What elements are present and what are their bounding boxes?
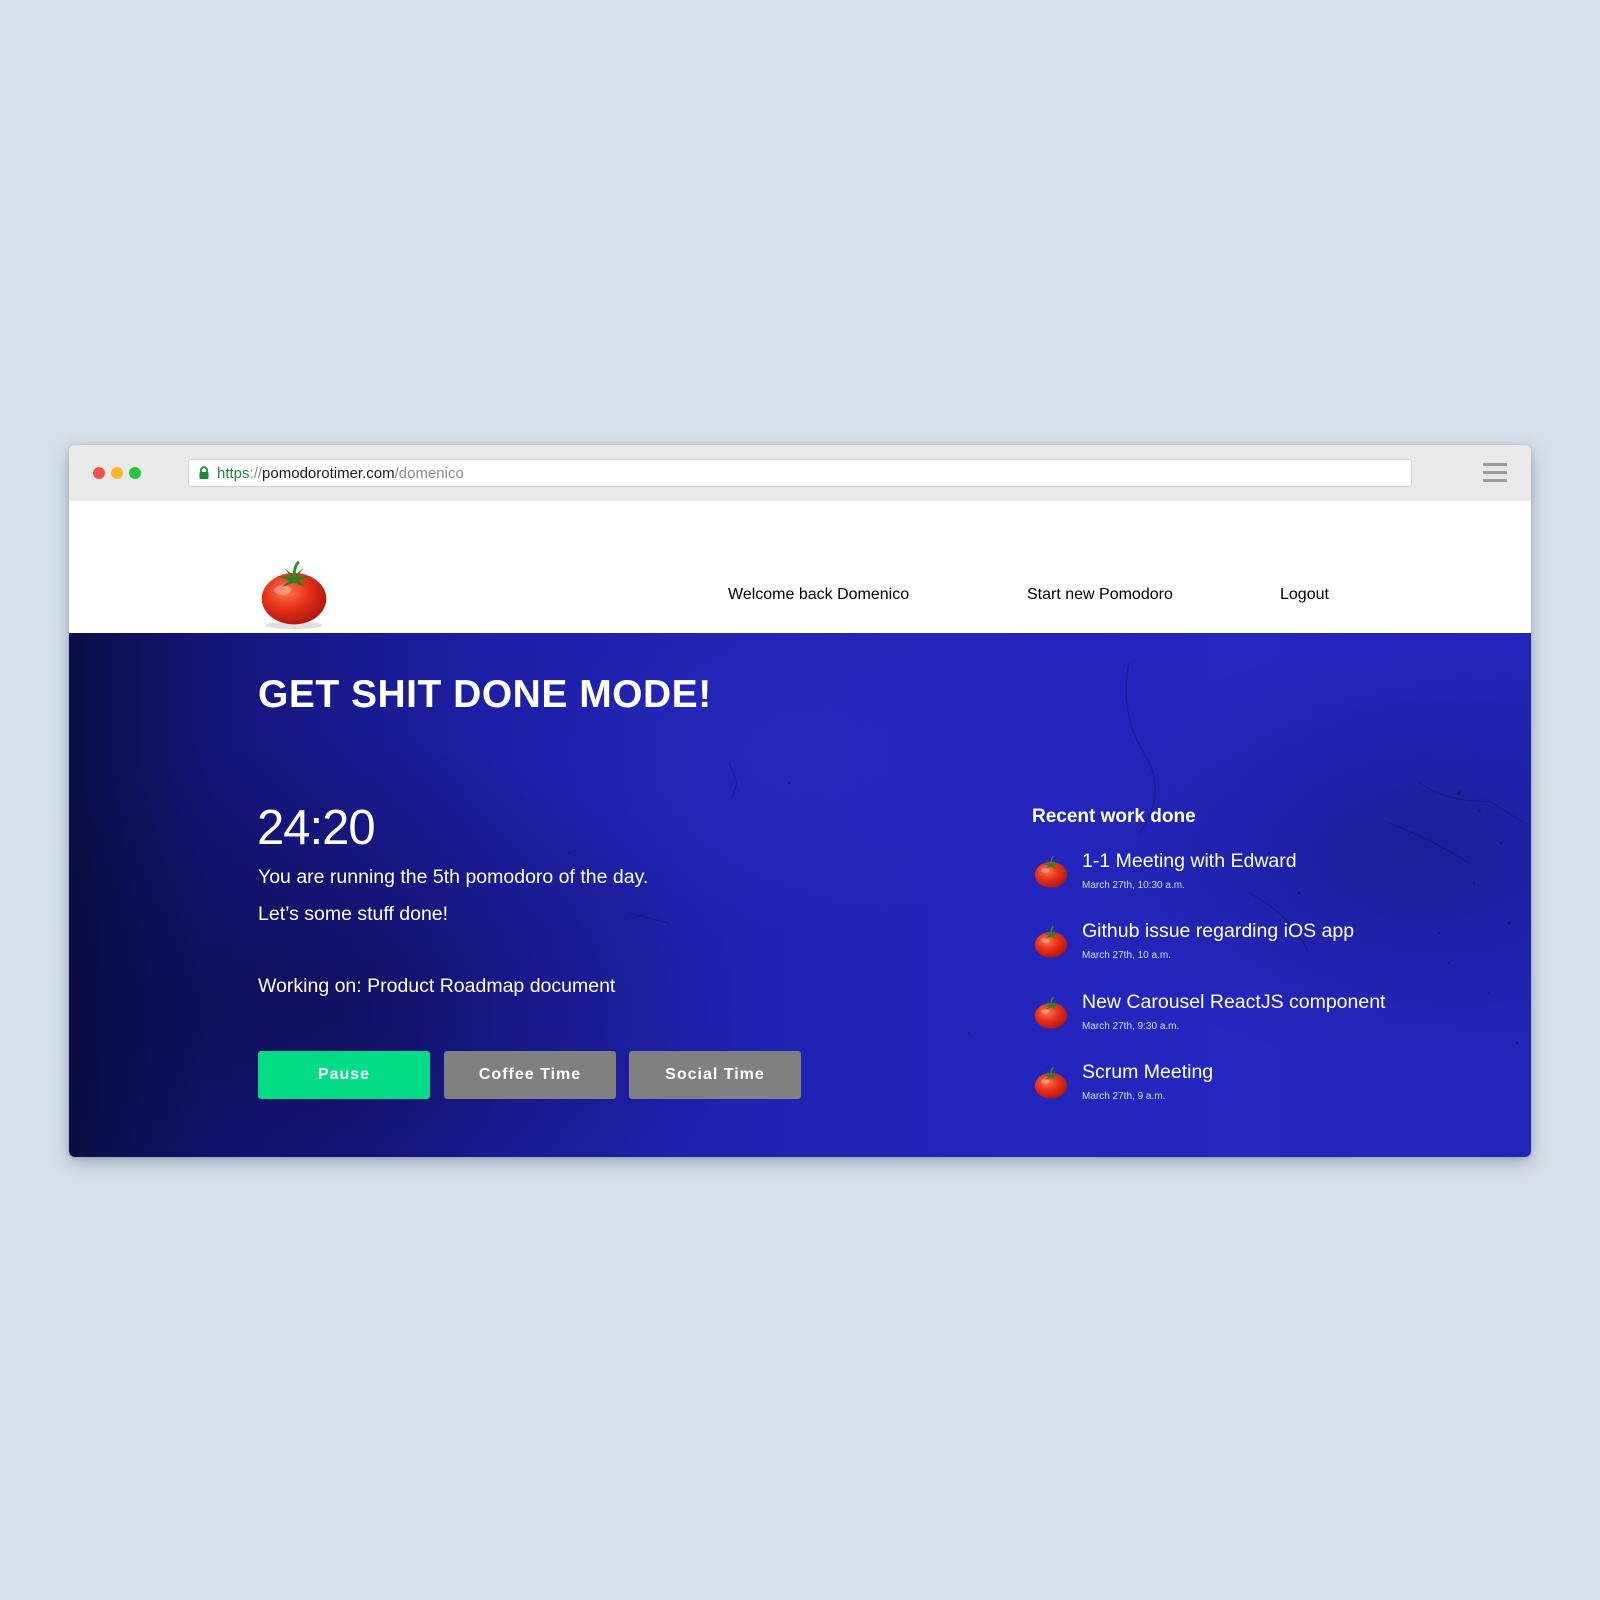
- tomato-icon: [1034, 855, 1068, 888]
- recent-item-title: Github issue regarding iOS app: [1082, 920, 1355, 942]
- url-path: /domenico: [394, 464, 464, 482]
- tomato-icon: [1034, 1066, 1068, 1099]
- mode-title: GET SHIT DONE MODE!: [258, 673, 712, 716]
- recent-item-time: March 27th, 10:30 a.m.: [1082, 880, 1185, 891]
- maximize-window-button[interactable]: [129, 467, 141, 479]
- working-on-text: Working on: Product Roadmap document: [258, 975, 616, 997]
- nav-logout-link[interactable]: Logout: [1280, 586, 1329, 610]
- pause-button[interactable]: Pause: [258, 1051, 430, 1099]
- url-host: pomodorotimer.com: [262, 464, 395, 482]
- recent-item-title: Scrum Meeting: [1082, 1061, 1214, 1083]
- tomato-logo-icon[interactable]: [256, 553, 332, 633]
- browser-chrome: https://pomodorotimer.com/domenico: [69, 445, 1531, 501]
- recent-work-item[interactable]: New Carousel ReactJS component March 27t…: [1032, 991, 1462, 1049]
- tomato-icon: [1034, 925, 1068, 958]
- recent-work-item[interactable]: 1-1 Meeting with Edward March 27th, 10:3…: [1032, 850, 1462, 908]
- tomato-icon: [1034, 996, 1068, 1029]
- hero-section: GET SHIT DONE MODE! 24:20 You are runnin…: [69, 633, 1531, 1157]
- recent-item-title: 1-1 Meeting with Edward: [1082, 850, 1297, 872]
- recent-work-heading: Recent work done: [1032, 806, 1196, 827]
- coffee-time-button[interactable]: Coffee Time: [444, 1051, 616, 1099]
- recent-item-time: March 27th, 10 a.m.: [1082, 950, 1171, 961]
- nav-welcome-link[interactable]: Welcome back Domenico: [728, 586, 909, 610]
- nav-start-pomodoro-link[interactable]: Start new Pomodoro: [1027, 586, 1173, 610]
- motivation-message: Let’s some stuff done!: [258, 903, 449, 925]
- url-separator: ://: [249, 464, 263, 482]
- recent-item-time: March 27th, 9:30 a.m.: [1082, 1021, 1180, 1032]
- address-bar[interactable]: https://pomodorotimer.com/domenico: [188, 459, 1412, 487]
- recent-item-title: New Carousel ReactJS component: [1082, 991, 1386, 1013]
- minimize-window-button[interactable]: [111, 467, 123, 479]
- hamburger-menu-icon[interactable]: [1483, 463, 1507, 483]
- lock-icon: [199, 466, 209, 479]
- timer-display: 24:20: [257, 801, 376, 855]
- url-scheme: https: [217, 464, 250, 482]
- social-time-button[interactable]: Social Time: [629, 1051, 801, 1099]
- recent-work-item[interactable]: Scrum Meeting March 27th, 9 a.m.: [1032, 1061, 1462, 1119]
- close-window-button[interactable]: [93, 467, 105, 479]
- pomodoro-count-message: You are running the 5th pomodoro of the …: [258, 866, 649, 888]
- recent-work-item[interactable]: Github issue regarding iOS app March 27t…: [1032, 920, 1462, 978]
- recent-item-time: March 27th, 9 a.m.: [1082, 1091, 1166, 1102]
- site-header: Welcome back Domenico Start new Pomodoro…: [69, 501, 1531, 633]
- browser-window: https://pomodorotimer.com/domenico Welco…: [69, 445, 1531, 1157]
